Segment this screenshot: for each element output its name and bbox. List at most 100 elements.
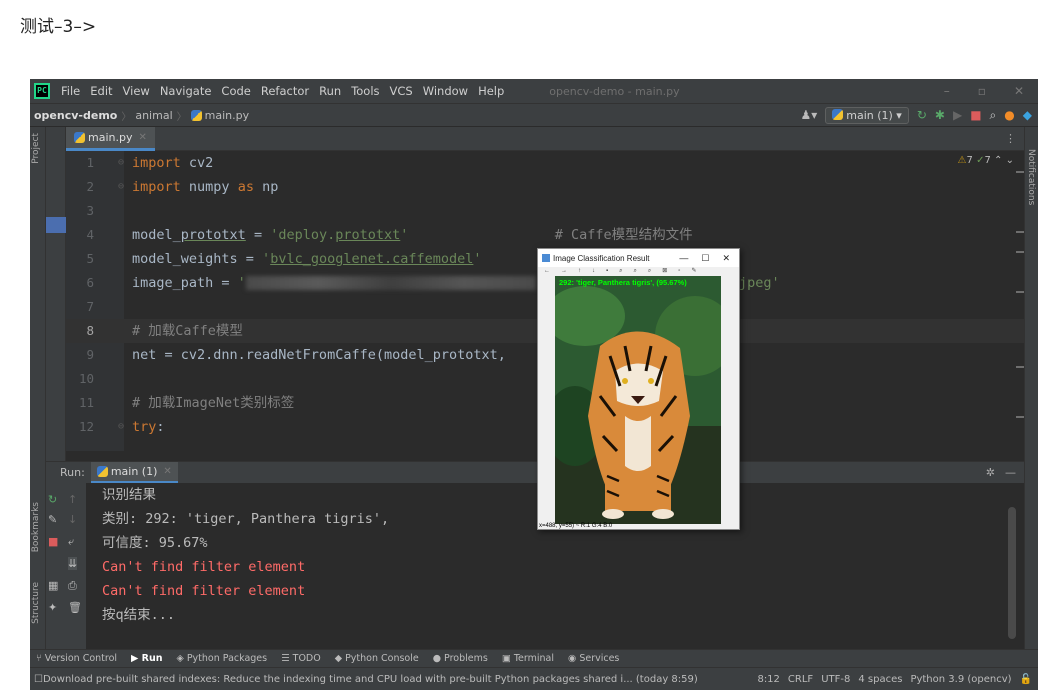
lock-icon[interactable]: 🔓: [1020, 674, 1032, 685]
save-icon[interactable]: ▪: [606, 267, 608, 276]
more-icon[interactable]: ⋮: [1005, 132, 1024, 145]
menu-vcs[interactable]: VCS: [385, 84, 418, 98]
status-message[interactable]: Download pre-built shared indexes: Reduc…: [43, 674, 698, 685]
line-number[interactable]: 1: [66, 151, 94, 175]
close-icon[interactable]: ✕: [722, 253, 730, 264]
pan-left-icon[interactable]: ←: [544, 267, 550, 276]
user-icon[interactable]: ♟▾: [800, 108, 817, 122]
fold-icon[interactable]: ⊖: [118, 415, 124, 439]
menu-help[interactable]: Help: [473, 84, 509, 98]
notification-icon[interactable]: ☐: [34, 674, 43, 685]
line-number[interactable]: 3: [66, 199, 94, 223]
menu-file[interactable]: File: [56, 84, 85, 98]
trash-icon[interactable]: 🗑: [68, 601, 82, 614]
tab-main-py[interactable]: main.py ✕: [66, 126, 155, 151]
print-icon[interactable]: ⎙: [68, 579, 77, 593]
pan-up-icon[interactable]: ↑: [578, 267, 581, 276]
problems-button[interactable]: ● Problems: [433, 653, 488, 664]
line-number[interactable]: 7: [66, 295, 94, 319]
line-separator[interactable]: CRLF: [788, 674, 813, 685]
breadcrumb-folder[interactable]: animal: [135, 109, 172, 122]
line-number[interactable]: 4: [66, 223, 94, 247]
fold-icon[interactable]: ⊖: [118, 175, 124, 199]
maximize-icon[interactable]: ☐: [701, 253, 709, 264]
menu-tools[interactable]: Tools: [346, 84, 384, 98]
run-tab[interactable]: main (1) ✕: [90, 461, 178, 484]
pan-right-icon[interactable]: →: [561, 267, 567, 276]
project-selected-row[interactable]: [46, 217, 66, 233]
scroll-down-icon[interactable]: ↓: [68, 513, 77, 526]
terminal-button[interactable]: ▣ Terminal: [502, 653, 554, 664]
menu-navigate[interactable]: Navigate: [155, 84, 217, 98]
close-tab-icon[interactable]: ✕: [163, 466, 171, 477]
line-number[interactable]: 10: [66, 367, 94, 391]
layout-icon[interactable]: ▦: [48, 579, 58, 592]
bookmarks-tool-button[interactable]: Bookmarks: [31, 502, 41, 552]
code-line[interactable]: 3: [66, 199, 1024, 223]
close-tab-icon[interactable]: ✕: [138, 132, 146, 143]
close-icon[interactable]: ✕: [1014, 84, 1024, 98]
console-scrollbar[interactable]: [1008, 507, 1016, 639]
copy-icon[interactable]: ▫: [678, 267, 680, 276]
pin-icon[interactable]: ✦: [48, 601, 57, 614]
line-number[interactable]: 12: [66, 415, 94, 439]
menu-window[interactable]: Window: [418, 84, 473, 98]
line-number[interactable]: 11: [66, 391, 94, 415]
line-number[interactable]: 8: [66, 319, 94, 343]
coverage-icon[interactable]: ▶: [953, 108, 962, 122]
wrench-icon[interactable]: ✎: [48, 513, 57, 526]
zoom-in-icon[interactable]: ⌕: [634, 267, 637, 276]
debug-icon[interactable]: ✱: [935, 108, 945, 122]
scroll-to-end-icon[interactable]: ⇊: [68, 557, 78, 570]
zoom-out-icon[interactable]: ⌕: [648, 267, 651, 276]
project-tool-button[interactable]: Project: [31, 133, 41, 164]
editor-scrollbar[interactable]: [1016, 151, 1024, 451]
maximize-icon[interactable]: ▫: [978, 84, 986, 98]
rerun-icon[interactable]: ↻: [48, 493, 57, 506]
python-packages-button[interactable]: ◈ Python Packages: [177, 653, 268, 664]
line-number[interactable]: 6: [66, 271, 94, 295]
breadcrumb-file[interactable]: main.py: [205, 109, 249, 122]
minimize-icon[interactable]: —: [679, 253, 688, 264]
code-line[interactable]: 4 model_prototxt = 'deploy.prototxt' # Ca…: [66, 223, 1024, 247]
search-icon[interactable]: ⌕: [990, 108, 997, 123]
fold-icon[interactable]: ⊖: [118, 151, 124, 175]
chevron-down-icon[interactable]: ⌄: [1006, 155, 1014, 166]
menu-edit[interactable]: Edit: [85, 84, 117, 98]
todo-button[interactable]: ☰ TODO: [281, 653, 321, 664]
gear-icon[interactable]: ✲: [986, 466, 995, 479]
line-number[interactable]: 5: [66, 247, 94, 271]
pycharm-logo-icon[interactable]: PC: [34, 83, 50, 99]
update-icon[interactable]: ●: [1004, 108, 1014, 122]
caret-position[interactable]: 8:12: [757, 674, 779, 685]
line-number[interactable]: 2: [66, 175, 94, 199]
menu-run[interactable]: Run: [314, 84, 346, 98]
image-window-titlebar[interactable]: Image Classification Result — ☐ ✕: [538, 249, 739, 267]
stop-icon[interactable]: ■: [48, 535, 58, 548]
stop-icon[interactable]: ■: [970, 108, 981, 122]
menu-view[interactable]: View: [118, 84, 155, 98]
menu-code[interactable]: Code: [216, 84, 255, 98]
minimize-icon[interactable]: –: [944, 84, 950, 98]
jetbrains-icon[interactable]: ◆: [1023, 108, 1032, 122]
pan-down-icon[interactable]: ↓: [592, 267, 595, 276]
line-number[interactable]: 9: [66, 343, 94, 367]
zoom-icon[interactable]: ⌕: [619, 267, 622, 276]
run-button[interactable]: ▶ Run: [131, 653, 162, 664]
notifications-tool-button[interactable]: Notifications: [1026, 149, 1036, 205]
chevron-up-icon[interactable]: ⌃: [994, 155, 1002, 166]
properties-icon[interactable]: ✎: [691, 267, 696, 276]
code-line[interactable]: 1 ⊖ import cv2: [66, 151, 1024, 175]
soft-wrap-icon[interactable]: ⤶: [68, 535, 74, 549]
hide-icon[interactable]: —: [1005, 466, 1016, 479]
version-control-button[interactable]: ⑂ Version Control: [36, 653, 117, 664]
inspection-widget[interactable]: ⚠7 ✓7 ⌃ ⌄: [958, 155, 1014, 166]
scroll-up-icon[interactable]: ↑: [68, 493, 77, 506]
services-button[interactable]: ◉ Services: [568, 653, 619, 664]
code-line[interactable]: 2 ⊖ import numpy as np: [66, 175, 1024, 199]
run-config-select[interactable]: main (1) ▾: [825, 106, 909, 124]
fit-icon[interactable]: ⊠: [662, 267, 667, 276]
indent-setting[interactable]: 4 spaces: [858, 674, 902, 685]
python-console-button[interactable]: ◆ Python Console: [335, 653, 419, 664]
breadcrumb-project[interactable]: opencv-demo: [34, 109, 117, 122]
